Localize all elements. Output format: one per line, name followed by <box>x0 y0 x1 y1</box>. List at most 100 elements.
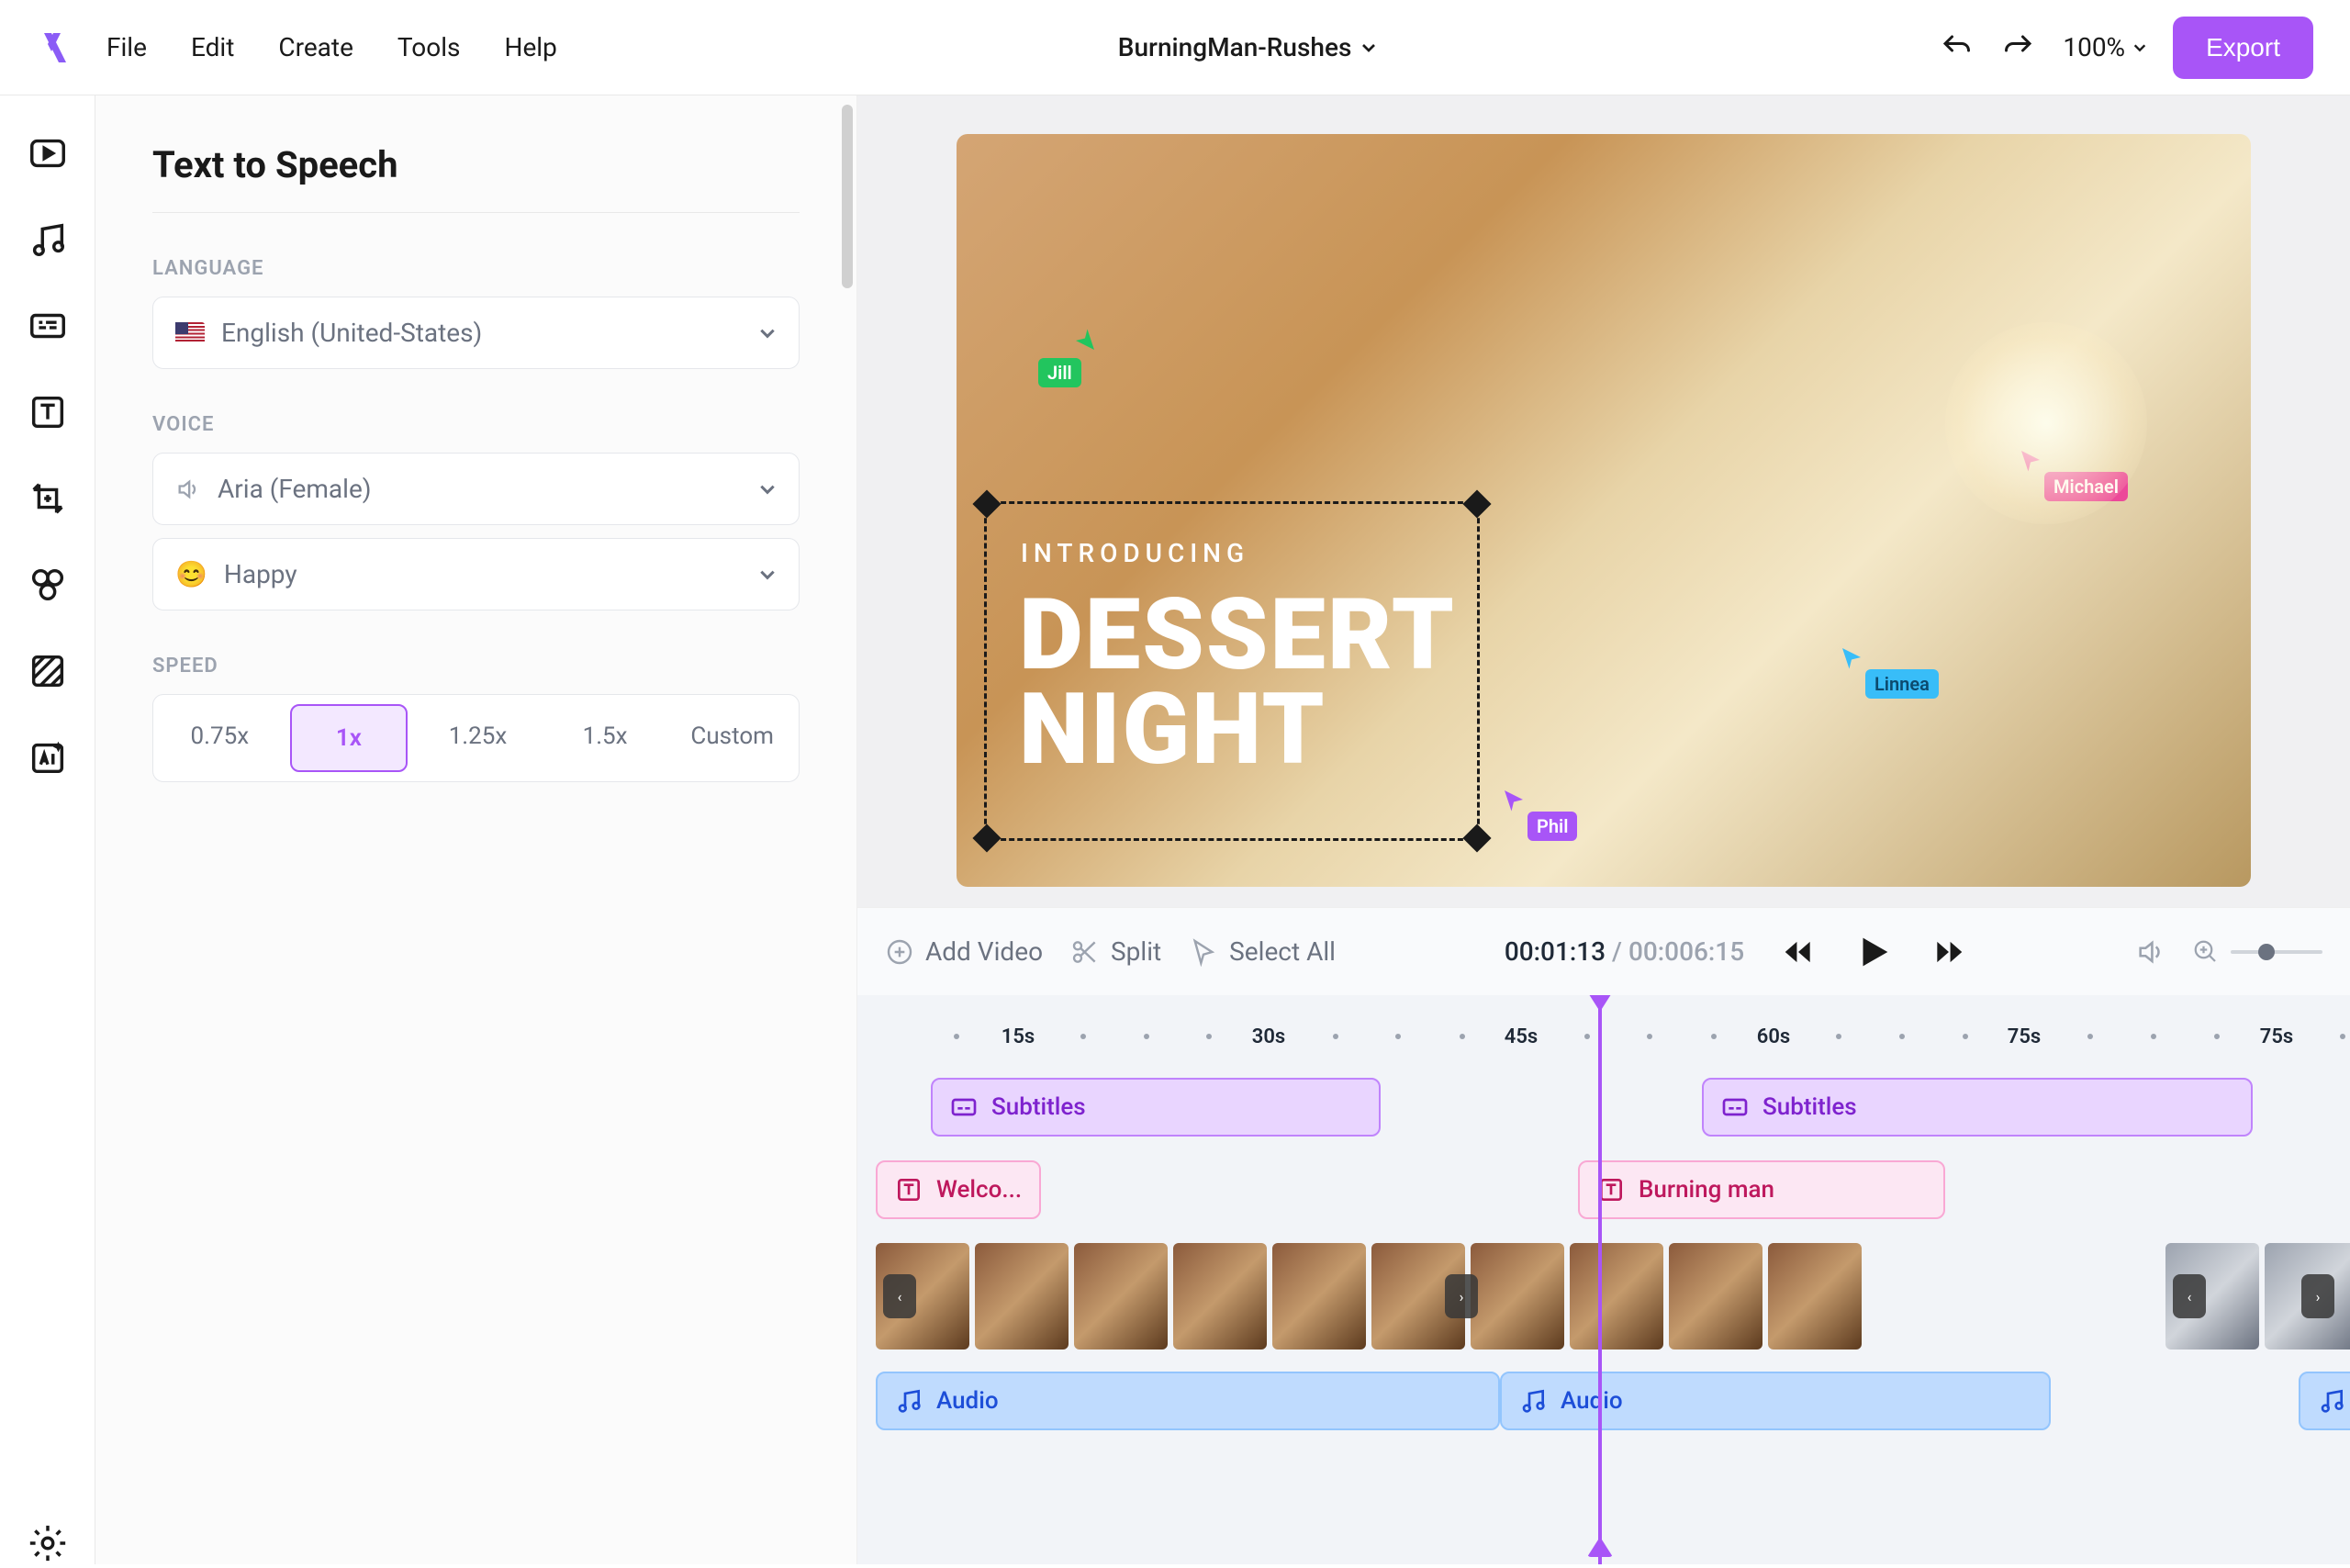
resize-handle-tl[interactable] <box>972 489 1001 518</box>
timeline-controls: Add Video Split Select All 00:01:13 / 00… <box>857 907 2350 995</box>
voice-value: Aria (Female) <box>218 474 372 504</box>
topbar-right: 100% Export <box>1938 17 2313 79</box>
audio-clip-2[interactable]: Audio <box>1500 1372 2051 1430</box>
audio-clip-3[interactable]: Audio <box>2299 1372 2350 1430</box>
music-icon[interactable] <box>27 218 69 261</box>
cursor-phil: Phil <box>1500 786 1577 841</box>
timeline-ruler[interactable]: 15s 30s 45s 60s 75s 75s <box>885 1014 2322 1059</box>
app-logo <box>37 29 73 66</box>
export-button[interactable]: Export <box>2173 17 2313 79</box>
volume-icon[interactable] <box>2135 936 2166 968</box>
menu-file[interactable]: File <box>106 32 147 62</box>
zoom-dropdown[interactable]: 100% <box>2063 32 2147 62</box>
voice-select[interactable]: Aria (Female) <box>152 453 800 525</box>
cursdisplay rotate: Jill <box>1071 327 1099 387</box>
clip-prev-button[interactable]: ‹ <box>2173 1274 2206 1318</box>
slider-thumb[interactable] <box>2258 944 2275 960</box>
canvas-area: INTRODUCING DESSERTNIGHT Jill Michael Li… <box>857 95 2350 1564</box>
panel-scrollbar[interactable] <box>842 105 853 288</box>
language-label: LANGUAGE <box>152 257 800 280</box>
chevron-down-icon <box>1360 39 1377 56</box>
top-bar: File Edit Create Tools Help BurningMan-R… <box>0 0 2350 95</box>
clip-prev-button[interactable]: ‹ <box>883 1274 916 1318</box>
track-text: Welco... Burning man Element <box>885 1160 2322 1225</box>
menu-create[interactable]: Create <box>278 32 353 62</box>
cursor-icon <box>1071 327 1099 354</box>
track-subtitles: Subtitles Subtitles Subtitles <box>885 1078 2322 1142</box>
add-video-button[interactable]: Add Video <box>885 936 1043 967</box>
speed-custom[interactable]: Custom <box>675 704 789 772</box>
text-icon <box>894 1175 923 1204</box>
side-panel: Text to Speech LANGUAGE English (United-… <box>95 95 857 1564</box>
tracks: Subtitles Subtitles Subtitles We <box>885 1078 2322 1436</box>
redo-button[interactable] <box>2000 29 2037 66</box>
forward-button[interactable] <box>1931 935 1966 969</box>
shapes-icon[interactable] <box>27 564 69 606</box>
cursor-icon <box>1838 644 1865 671</box>
rewind-button[interactable] <box>1781 935 1816 969</box>
settings-icon[interactable] <box>27 1522 69 1564</box>
cursor-label-michael: Michael <box>2044 472 2128 501</box>
track-video: ‹ › ‹ › <box>885 1243 2322 1353</box>
slider-track[interactable] <box>2231 950 2322 954</box>
play-button[interactable] <box>1852 931 1895 973</box>
playback-center: 00:01:13 / 00:006:15 <box>1363 931 2108 973</box>
undo-button[interactable] <box>1938 29 1975 66</box>
clip-next-button[interactable]: › <box>2301 1274 2334 1318</box>
resize-handle-tr[interactable] <box>1462 489 1491 518</box>
music-icon <box>894 1386 923 1416</box>
main-layout: Text to Speech LANGUAGE English (United-… <box>0 95 2350 1564</box>
subtitles-icon[interactable] <box>27 305 69 347</box>
zoom-value: 100% <box>2063 32 2125 62</box>
subtitles-icon <box>1720 1092 1750 1122</box>
track-audio: Audio Audio Audio <box>885 1372 2322 1436</box>
emotion-select[interactable]: 😊 Happy <box>152 538 800 610</box>
resize-handle-br[interactable] <box>1462 823 1491 852</box>
speed-options: 0.75x 1x 1.25x 1.5x Custom <box>152 694 800 782</box>
timeline-zoom-slider[interactable] <box>2192 938 2322 966</box>
subtitle-clip-2[interactable]: Subtitles <box>1702 1078 2253 1137</box>
speaker-icon <box>175 476 201 502</box>
subtitles-icon <box>949 1092 979 1122</box>
resize-handle-bl[interactable] <box>972 823 1001 852</box>
speed-0-75[interactable]: 0.75x <box>162 704 277 772</box>
cursor-icon <box>1500 786 1528 813</box>
cursor-michael: Michael <box>2017 446 2128 501</box>
menu-tools[interactable]: Tools <box>397 32 461 62</box>
video-preview[interactable]: INTRODUCING DESSERTNIGHT Jill Michael Li… <box>957 134 2251 887</box>
pointer-icon <box>1189 937 1218 967</box>
cursor-label-phil: Phil <box>1528 812 1577 841</box>
split-button[interactable]: Split <box>1070 936 1161 967</box>
left-rail <box>0 95 95 1564</box>
panel-title: Text to Speech <box>152 143 800 213</box>
main-menu: File Edit Create Tools Help <box>106 32 557 62</box>
playhead[interactable] <box>1598 995 1602 1564</box>
text-clip-welcome[interactable]: Welco... <box>876 1160 1041 1219</box>
video-clip-1[interactable]: ‹ › <box>876 1243 1862 1350</box>
clip-next-button[interactable]: › <box>1445 1274 1478 1318</box>
project-title[interactable]: BurningMan-Rushes <box>557 32 1939 62</box>
subtitle-clip-1[interactable]: Subtitles <box>931 1078 1381 1137</box>
text-clip-burning[interactable]: Burning man <box>1578 1160 1945 1219</box>
menu-help[interactable]: Help <box>504 32 556 62</box>
video-library-icon[interactable] <box>27 132 69 174</box>
language-select[interactable]: English (United-States) <box>152 297 800 369</box>
speed-1x[interactable]: 1x <box>290 704 408 772</box>
texture-icon[interactable] <box>27 650 69 692</box>
video-clip-2[interactable]: ‹ › <box>2165 1243 2350 1350</box>
ai-icon[interactable] <box>27 736 69 778</box>
speed-1-5[interactable]: 1.5x <box>548 704 663 772</box>
title-overlay-text: DESSERTNIGHT <box>1019 588 1456 777</box>
menu-edit[interactable]: Edit <box>191 32 234 62</box>
timeline[interactable]: 15s 30s 45s 60s 75s 75s <box>857 995 2350 1564</box>
text-icon[interactable] <box>27 391 69 433</box>
crop-icon[interactable] <box>27 477 69 520</box>
language-value: English (United-States) <box>221 318 482 348</box>
cursor-label-linnea: Linnea <box>1865 669 1939 699</box>
chevron-down-icon <box>758 566 777 584</box>
audio-clip-1[interactable]: Audio <box>876 1372 1500 1430</box>
speed-label: SPEED <box>152 655 800 678</box>
smile-emoji-icon: 😊 <box>175 559 207 589</box>
speed-1-25[interactable]: 1.25x <box>420 704 535 772</box>
select-all-button[interactable]: Select All <box>1189 936 1336 967</box>
